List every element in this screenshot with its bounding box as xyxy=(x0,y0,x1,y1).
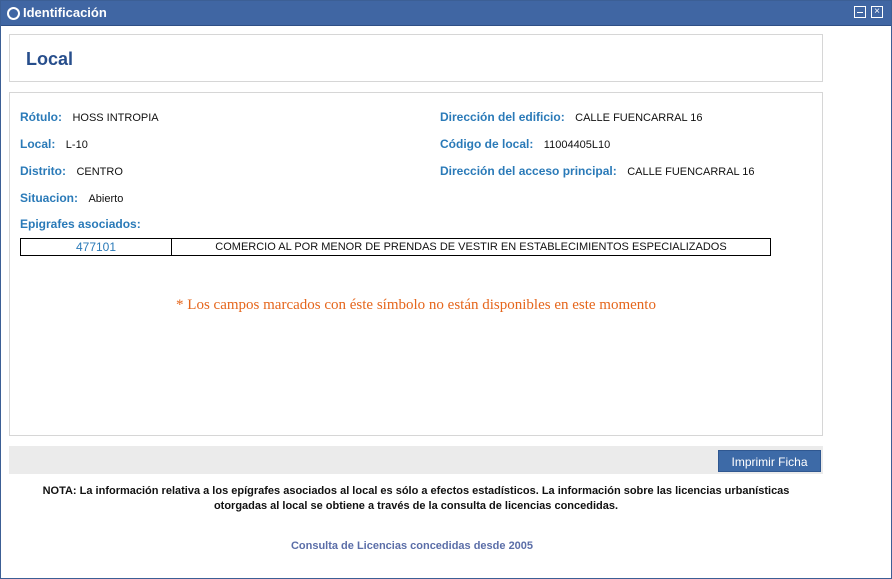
field-distrito: Distrito: CENTRO xyxy=(20,162,123,180)
situacion-label: Situacion: xyxy=(20,191,79,205)
nota-text: NOTA: La información relativa a los epíg… xyxy=(21,484,811,514)
nota-line-1: NOTA: La información relativa a los epíg… xyxy=(42,485,790,497)
field-situacion: Situacion: Abierto xyxy=(20,189,123,207)
close-button[interactable]: × xyxy=(871,6,883,18)
page-title: Local xyxy=(26,49,74,69)
local-label: Local: xyxy=(20,137,56,151)
window-circle-icon xyxy=(7,7,20,20)
direccion-edificio-label: Dirección del edificio: xyxy=(440,110,565,124)
window-title: Identificación xyxy=(23,5,107,20)
field-direccion-acceso: Dirección del acceso principal: CALLE FU… xyxy=(440,162,755,180)
local-value: L-10 xyxy=(65,139,88,151)
nota-line-2: otorgadas al local se obtiene a través d… xyxy=(213,500,619,512)
epigrafes-table: 477101 COMERCIO AL POR MENOR DE PRENDAS … xyxy=(20,238,771,256)
field-codigo-local: Código de local: 11004405L10 xyxy=(440,135,610,153)
direccion-acceso-label: Dirección del acceso principal: xyxy=(440,164,617,178)
direccion-edificio-value: CALLE FUENCARRAL 16 xyxy=(575,112,703,124)
codigo-local-value: 11004405L10 xyxy=(543,139,611,151)
situacion-value: Abierto xyxy=(88,193,124,205)
print-button[interactable]: Imprimir Ficha xyxy=(718,450,821,472)
distrito-label: Distrito: xyxy=(20,164,66,178)
field-rotulo: Rótulo: HOSS INTROPIA xyxy=(20,108,159,126)
licencias-link[interactable]: Consulta de Licencias concedidas desde 2… xyxy=(1,540,823,552)
minimize-button[interactable] xyxy=(854,6,866,18)
epigrafes-label: Epigrafes asociados: xyxy=(20,217,141,231)
table-row: 477101 COMERCIO AL POR MENOR DE PRENDAS … xyxy=(20,238,771,256)
field-direccion-edificio: Dirección del edificio: CALLE FUENCARRAL… xyxy=(440,108,703,126)
title-bar: Identificación × xyxy=(1,1,891,26)
local-details-panel: Rótulo: HOSS INTROPIA Local: L-10 Distri… xyxy=(9,92,823,436)
action-toolbar: Imprimir Ficha xyxy=(9,446,823,474)
distrito-value: CENTRO xyxy=(76,166,123,178)
identificacion-window: Identificación × Local Rótulo: HOSS INTR… xyxy=(0,0,892,579)
rotulo-label: Rótulo: xyxy=(20,110,62,124)
epigrafe-description: COMERCIO AL POR MENOR DE PRENDAS DE VEST… xyxy=(171,238,771,256)
epigrafe-code: 477101 xyxy=(20,238,172,256)
codigo-local-label: Código de local: xyxy=(440,137,534,151)
rotulo-value: HOSS INTROPIA xyxy=(72,112,159,124)
local-header-panel: Local xyxy=(9,34,823,82)
unavailable-fields-notice: * Los campos marcados con éste símbolo n… xyxy=(176,297,656,313)
field-local: Local: L-10 xyxy=(20,135,88,153)
direccion-acceso-value: CALLE FUENCARRAL 16 xyxy=(627,166,755,178)
